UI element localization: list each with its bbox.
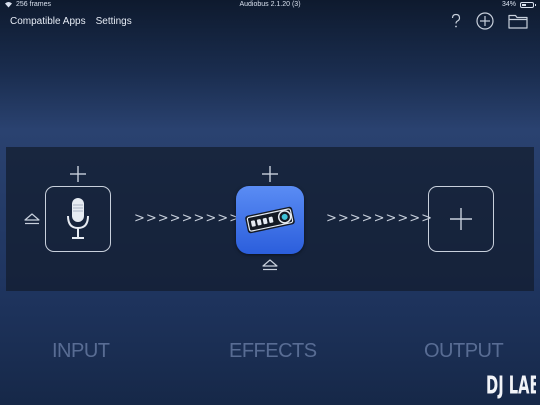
settings-link[interactable]: Settings: [96, 16, 132, 27]
signal-arrows-input-effects: >>>>>>>>>: [134, 211, 242, 226]
add-input-plus-icon[interactable]: [69, 165, 87, 183]
output-slot[interactable]: [428, 186, 494, 252]
folder-icon: [508, 14, 528, 29]
output-label: OUTPUT: [424, 340, 504, 362]
microphone-icon: [67, 198, 89, 239]
signal-arrows-effects-output: >>>>>>>>>: [326, 211, 434, 226]
battery-percent: 34%: [501, 1, 516, 8]
effect-app-icon: [245, 206, 295, 234]
plus-icon: [450, 208, 472, 230]
app-title: Audiobus 2.1.20 (3): [239, 1, 301, 8]
help-button[interactable]: [450, 13, 462, 29]
nav-links: Compatible Apps Settings: [10, 16, 132, 27]
add-button[interactable]: [476, 12, 494, 30]
help-icon: [451, 13, 461, 28]
effect-app-tile[interactable]: [236, 186, 304, 254]
status-bar: 256 frames Audiobus 2.1.20 (3) 34%: [0, 0, 540, 12]
compatible-apps-link[interactable]: Compatible Apps: [10, 16, 86, 27]
status-right: 34%: [501, 1, 536, 8]
nav-actions: [450, 12, 528, 30]
nav-bar: Compatible Apps Settings: [0, 12, 540, 34]
svg-text:DJ LAB: DJ LAB: [486, 370, 536, 399]
input-label: INPUT: [52, 340, 110, 362]
input-slot[interactable]: [45, 186, 111, 252]
effects-label: EFFECTS: [229, 340, 317, 362]
battery-icon: [520, 1, 536, 8]
effect-eject-icon[interactable]: [262, 259, 278, 271]
add-effect-plus-icon[interactable]: [261, 165, 279, 183]
input-eject-icon[interactable]: [24, 213, 40, 225]
dj-lab-watermark-logo: DJ LAB: [486, 370, 536, 399]
add-circle-icon: [476, 12, 494, 30]
folder-button[interactable]: [508, 13, 528, 29]
